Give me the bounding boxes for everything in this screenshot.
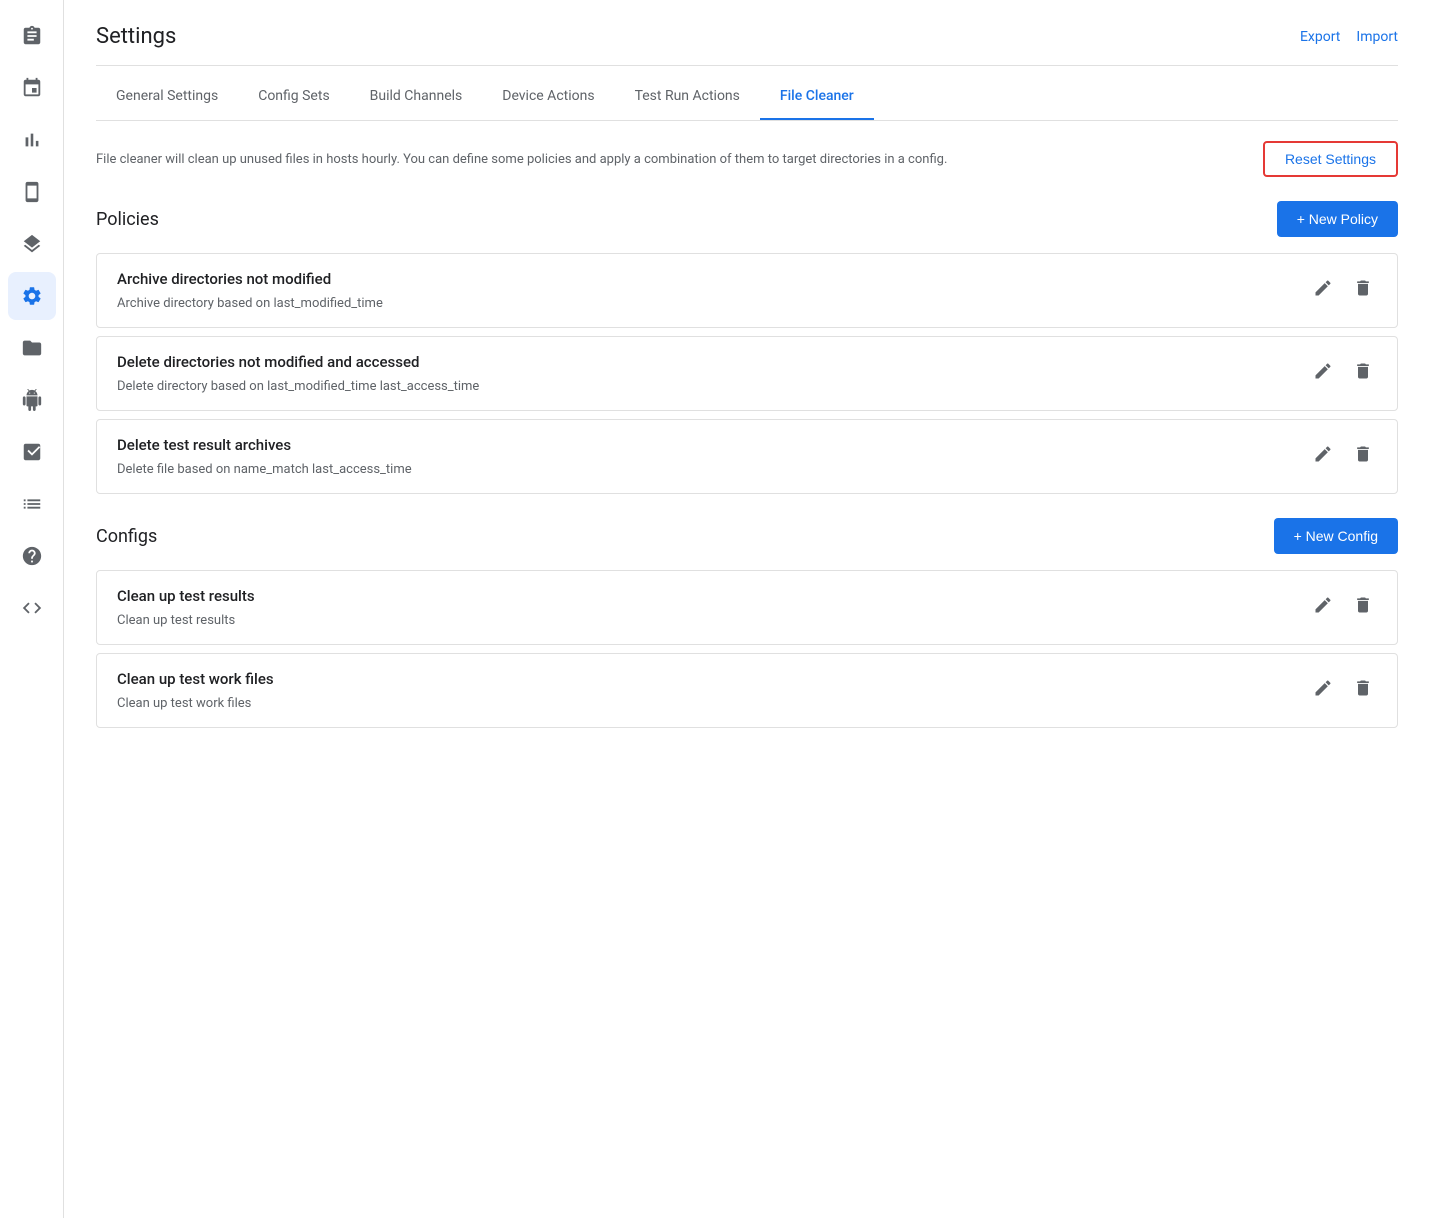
sidebar-item-help[interactable]: [8, 532, 56, 580]
export-link[interactable]: Export: [1300, 29, 1340, 45]
sidebar-item-layers[interactable]: [8, 220, 56, 268]
config-2-actions: [1309, 674, 1377, 707]
policy-3-title: Delete test result archives: [117, 436, 412, 454]
sidebar-item-calendar[interactable]: [8, 64, 56, 112]
policies-title: Policies: [96, 209, 159, 230]
config-1-actions: [1309, 591, 1377, 624]
tab-general-settings[interactable]: General Settings: [96, 74, 238, 120]
config-1-delete-button[interactable]: [1349, 591, 1377, 624]
config-card-2: Clean up test work files Clean up test w…: [96, 653, 1398, 728]
config-card-1-content: Clean up test results Clean up test resu…: [117, 587, 255, 628]
tab-file-cleaner[interactable]: File Cleaner: [760, 74, 874, 120]
configs-title: Configs: [96, 526, 157, 547]
sidebar-item-monitoring[interactable]: [8, 428, 56, 476]
policy-3-actions: [1309, 440, 1377, 473]
sidebar-item-android[interactable]: [8, 376, 56, 424]
policy-2-subtitle: Delete directory based on last_modified_…: [117, 379, 479, 394]
policy-1-title: Archive directories not modified: [117, 270, 383, 288]
policy-3-edit-button[interactable]: [1309, 440, 1337, 473]
policy-card-2-content: Delete directories not modified and acce…: [117, 353, 479, 394]
policy-1-actions: [1309, 274, 1377, 307]
sidebar-item-code[interactable]: [8, 584, 56, 632]
sidebar-item-list[interactable]: [8, 480, 56, 528]
policies-section-header: Policies + New Policy: [96, 201, 1398, 237]
policy-card-1-content: Archive directories not modified Archive…: [117, 270, 383, 311]
tab-config-sets[interactable]: Config Sets: [238, 74, 349, 120]
page-title: Settings: [96, 24, 176, 49]
config-2-delete-button[interactable]: [1349, 674, 1377, 707]
tab-build-channels[interactable]: Build Channels: [350, 74, 483, 120]
config-1-edit-button[interactable]: [1309, 591, 1337, 624]
tab-test-run-actions[interactable]: Test Run Actions: [615, 74, 760, 120]
policy-2-title: Delete directories not modified and acce…: [117, 353, 479, 371]
sidebar-item-folder[interactable]: [8, 324, 56, 372]
policy-card-3: Delete test result archives Delete file …: [96, 419, 1398, 494]
config-1-subtitle: Clean up test results: [117, 613, 255, 628]
policy-1-edit-button[interactable]: [1309, 274, 1337, 307]
policy-2-actions: [1309, 357, 1377, 390]
policy-3-subtitle: Delete file based on name_match last_acc…: [117, 462, 412, 477]
policy-3-delete-button[interactable]: [1349, 440, 1377, 473]
main-content: Settings Export Import General Settings …: [64, 0, 1430, 1218]
header-actions: Export Import: [1300, 29, 1398, 45]
reset-settings-button[interactable]: Reset Settings: [1263, 141, 1398, 177]
description-text: File cleaner will clean up unused files …: [96, 152, 1247, 167]
policy-1-delete-button[interactable]: [1349, 274, 1377, 307]
sidebar-item-settings[interactable]: [8, 272, 56, 320]
config-2-edit-button[interactable]: [1309, 674, 1337, 707]
configs-section-header: Configs + New Config: [96, 518, 1398, 554]
config-2-title: Clean up test work files: [117, 670, 274, 688]
description-bar: File cleaner will clean up unused files …: [96, 141, 1398, 177]
config-card-1: Clean up test results Clean up test resu…: [96, 570, 1398, 645]
page-header: Settings Export Import: [96, 0, 1398, 66]
sidebar-item-chart[interactable]: [8, 116, 56, 164]
policy-card-2: Delete directories not modified and acce…: [96, 336, 1398, 411]
sidebar-item-device[interactable]: [8, 168, 56, 216]
policy-2-delete-button[interactable]: [1349, 357, 1377, 390]
import-link[interactable]: Import: [1356, 29, 1398, 45]
sidebar-item-clipboard[interactable]: [8, 12, 56, 60]
config-2-subtitle: Clean up test work files: [117, 696, 274, 711]
tabs-bar: General Settings Config Sets Build Chann…: [96, 74, 1398, 121]
policy-card-3-content: Delete test result archives Delete file …: [117, 436, 412, 477]
sidebar: [0, 0, 64, 1218]
new-config-button[interactable]: + New Config: [1274, 518, 1398, 554]
config-1-title: Clean up test results: [117, 587, 255, 605]
config-card-2-content: Clean up test work files Clean up test w…: [117, 670, 274, 711]
policy-card-1: Archive directories not modified Archive…: [96, 253, 1398, 328]
tab-device-actions[interactable]: Device Actions: [482, 74, 614, 120]
policy-2-edit-button[interactable]: [1309, 357, 1337, 390]
new-policy-button[interactable]: + New Policy: [1277, 201, 1398, 237]
policy-1-subtitle: Archive directory based on last_modified…: [117, 296, 383, 311]
content-area: File cleaner will clean up unused files …: [96, 121, 1398, 756]
